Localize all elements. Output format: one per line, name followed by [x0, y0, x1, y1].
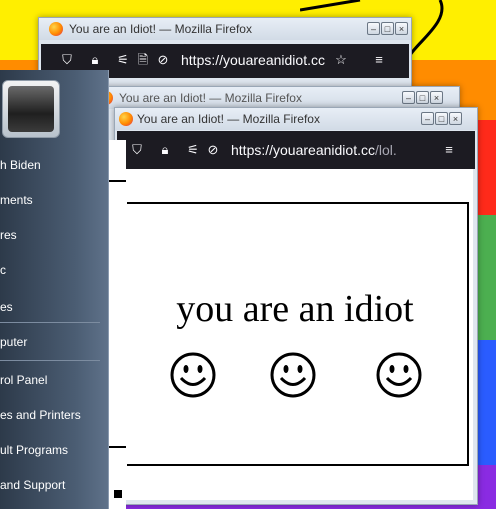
firefox-window-front[interactable]: You are an Idiot! — Mozilla Firefox – □ …: [114, 107, 478, 505]
smiley-face-icon: [170, 352, 216, 398]
url-host: https://youareanidiot.cc: [181, 52, 325, 68]
menu-icon[interactable]: ≡: [371, 52, 387, 68]
minimize-icon[interactable]: –: [421, 112, 434, 125]
tracking-protection-icon[interactable]: ⊘: [155, 52, 171, 68]
url-bar[interactable]: https://youareanidiot.cc: [181, 52, 331, 68]
smiley-face-icon: [270, 352, 316, 398]
start-menu-separator: [0, 322, 100, 323]
maximize-icon[interactable]: □: [381, 22, 394, 35]
window-controls: – □ ×: [367, 22, 408, 36]
navigation-toolbar: ⛉ 🔒︎ ⚟ ⊘ https://youareanidiot.cc/lol. ≡: [117, 131, 475, 169]
page-content: you are an idiot: [117, 169, 473, 500]
permissions-icon[interactable]: ⚟: [115, 52, 131, 68]
maximize-icon[interactable]: □: [416, 91, 429, 104]
start-menu-separator: [0, 360, 100, 361]
window-title: You are an Idiot! — Mozilla Firefox: [69, 22, 252, 36]
window-titlebar[interactable]: You are an Idiot! — Mozilla Firefox – □ …: [115, 108, 477, 130]
window-controls: – □ ×: [421, 112, 462, 126]
start-menu-item-control-panel[interactable]: rol Panel: [0, 373, 47, 391]
url-host: https://youareanidiot.cc: [231, 142, 375, 158]
start-menu-item-devices-printers[interactable]: es and Printers: [0, 408, 81, 426]
start-menu-item-help-support[interactable]: and Support: [0, 478, 65, 496]
user-avatar[interactable]: [2, 80, 60, 138]
frame-mark: [114, 490, 122, 498]
shield-icon[interactable]: ⛉: [59, 52, 75, 68]
firefox-logo-icon: [119, 112, 133, 126]
start-menu-item-default-programs[interactable]: ult Programs: [0, 443, 68, 461]
start-menu-item-documents[interactable]: ments: [0, 193, 33, 211]
url-bar[interactable]: https://youareanidiot.cc/lol.: [231, 142, 401, 158]
start-menu-item-computer[interactable]: puter: [0, 335, 27, 353]
maximize-icon[interactable]: □: [435, 112, 448, 125]
frame-line: [108, 446, 126, 448]
close-icon[interactable]: ×: [430, 91, 443, 104]
start-menu-item-pictures[interactable]: res: [0, 228, 17, 246]
menu-icon[interactable]: ≡: [441, 142, 457, 158]
window-title: You are an Idiot! — Mozilla Firefox: [119, 91, 302, 105]
page-icon[interactable]: 🗎︎: [135, 52, 151, 68]
bookmark-star-icon[interactable]: ☆: [333, 52, 349, 68]
close-icon[interactable]: ×: [449, 112, 462, 125]
minimize-icon[interactable]: –: [367, 22, 380, 35]
url-path: /lol.: [374, 142, 397, 158]
window-title: You are an Idiot! — Mozilla Firefox: [137, 112, 320, 126]
tracking-protection-icon[interactable]: ⊘: [205, 142, 221, 158]
window-titlebar[interactable]: You are an Idiot! — Mozilla Firefox – □ …: [39, 18, 411, 40]
smiley-face-icon: [376, 352, 422, 398]
firefox-logo-icon: [49, 22, 63, 36]
window-controls: – □ ×: [402, 91, 443, 105]
lock-icon[interactable]: 🔒︎: [157, 142, 173, 158]
start-menu-item-games[interactable]: es: [0, 300, 13, 318]
close-icon[interactable]: ×: [395, 22, 408, 35]
idiot-message: you are an idiot: [176, 288, 414, 330]
window-edge-fragment: [108, 140, 126, 509]
page-frame: [127, 202, 469, 466]
start-menu-item-music[interactable]: c: [0, 263, 6, 281]
frame-line: [108, 180, 126, 182]
permissions-icon[interactable]: ⚟: [185, 142, 201, 158]
minimize-icon[interactable]: –: [402, 91, 415, 104]
lock-icon[interactable]: 🔒︎: [87, 52, 103, 68]
start-menu: h Biden ments res c es puter rol Panel e…: [0, 70, 109, 509]
start-menu-item-user[interactable]: h Biden: [0, 158, 41, 176]
shield-icon[interactable]: ⛉: [129, 142, 145, 158]
window-titlebar[interactable]: You are an Idiot! — Mozilla Firefox – □ …: [99, 87, 459, 109]
